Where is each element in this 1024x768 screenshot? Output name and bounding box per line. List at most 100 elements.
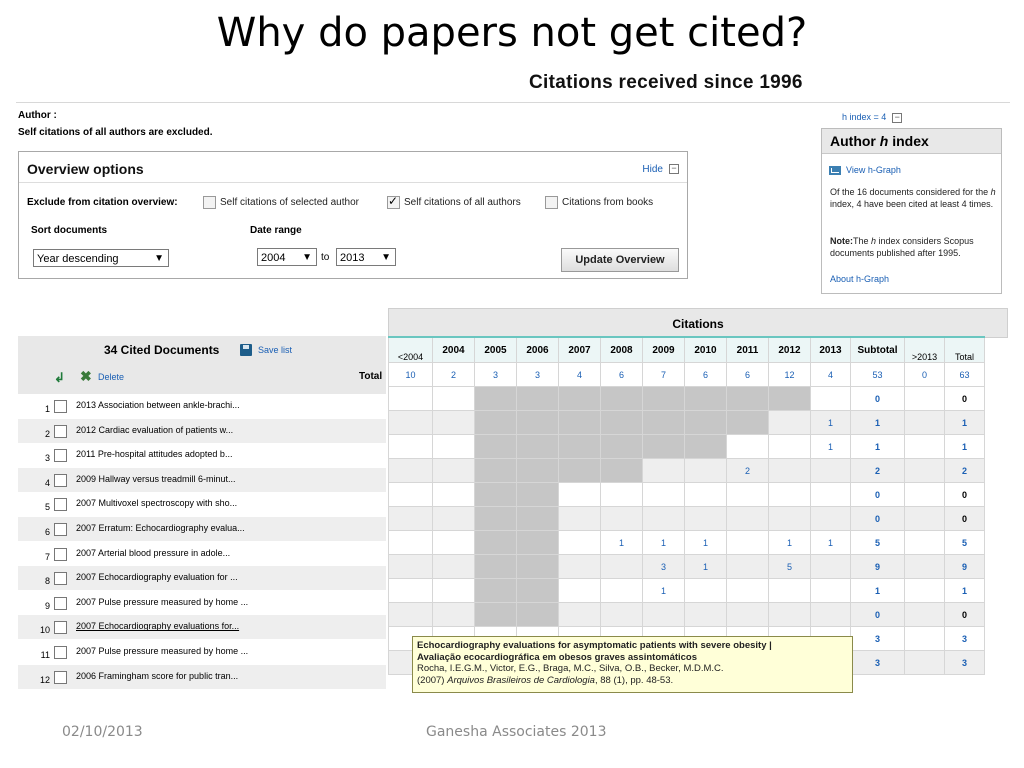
- row-number: 8: [44, 576, 50, 587]
- table-row: 12 2006 Framingham score for public tran.…: [18, 664, 386, 689]
- save-list-link[interactable]: Save list: [258, 345, 292, 355]
- desc-part: Of the 16 documents considered for the: [830, 187, 991, 197]
- delete-icon[interactable]: ✖: [80, 368, 92, 385]
- view-hgraph-label[interactable]: View h-Graph: [846, 165, 901, 175]
- citation-cell: [432, 578, 475, 603]
- delete-link[interactable]: Delete: [98, 372, 124, 382]
- checkbox-books[interactable]: [545, 196, 558, 209]
- row-checkbox[interactable]: [54, 498, 67, 512]
- table-row: 1 2013 Association between ankle-brachi..…: [18, 394, 386, 418]
- row-checkbox[interactable]: [54, 449, 67, 463]
- option-books[interactable]: Citations from books: [545, 196, 653, 209]
- author-label: Author :: [18, 110, 57, 121]
- document-title-link[interactable]: 2007 Echocardiography evaluation for ...: [76, 572, 238, 582]
- sort-arrow-icon[interactable]: ↲: [54, 370, 65, 386]
- view-hgraph-link[interactable]: View h-Graph: [829, 165, 901, 176]
- citation-cell: [388, 458, 433, 483]
- about-hgraph-link[interactable]: About h-Graph: [830, 274, 889, 284]
- option-self-all[interactable]: Self citations of all authors: [387, 194, 521, 209]
- citation-cell: 2: [850, 458, 905, 483]
- checkbox-self-selected[interactable]: [203, 196, 216, 209]
- option-self-selected[interactable]: Self citations of selected author: [203, 196, 359, 209]
- document-title-link[interactable]: 2009 Hallway versus treadmill 6-minut...: [76, 474, 236, 484]
- row-checkbox[interactable]: [54, 670, 67, 684]
- citation-cell: 1: [768, 530, 811, 555]
- totals-row: 10 2 3 3 4 6 7 6 6 12 4 53 0 63: [388, 362, 985, 387]
- citation-cell: [516, 482, 559, 507]
- citation-cell: 5: [944, 530, 985, 555]
- row-checkbox[interactable]: [54, 523, 67, 536]
- citation-row: 00: [388, 386, 985, 411]
- date-to-select[interactable]: 2013 ▼: [336, 248, 396, 266]
- document-title-link[interactable]: 2007 Pulse pressure measured by home ...: [76, 646, 248, 656]
- citation-cell: [642, 602, 685, 627]
- document-title-link[interactable]: 2007 Arterial blood pressure in adole...: [76, 548, 230, 558]
- document-title-link[interactable]: 2007 Multivoxel spectroscopy with sho...: [76, 498, 237, 508]
- citation-cell: [388, 434, 433, 459]
- total-cell: 4: [810, 362, 851, 387]
- row-checkbox[interactable]: [54, 621, 67, 635]
- collapse-icon[interactable]: −: [669, 164, 679, 175]
- citation-cell: 2: [726, 458, 769, 483]
- citation-cell: [810, 458, 851, 483]
- total-cell: 4: [558, 362, 601, 387]
- self-citations-note: Self citations of all authors are exclud…: [18, 127, 213, 138]
- citation-cell: [726, 410, 769, 435]
- year-header: Total: [944, 336, 985, 363]
- document-title-link[interactable]: 2011 Pre-hospital attitudes adopted b...: [76, 449, 232, 459]
- citation-cell: 1: [810, 410, 851, 435]
- citation-cell: [558, 530, 601, 555]
- citation-cell: 1: [684, 554, 727, 579]
- table-row: 4 2009 Hallway versus treadmill 6-minut..…: [18, 467, 386, 492]
- row-checkbox[interactable]: [54, 400, 67, 413]
- checkbox-self-all[interactable]: [387, 194, 400, 209]
- date-from-select[interactable]: 2004 ▼: [257, 248, 317, 266]
- citation-cell: [904, 386, 945, 411]
- hide-label[interactable]: Hide: [642, 164, 663, 175]
- document-title-link[interactable]: 2007 Echocardiography evaluations for...: [76, 621, 239, 631]
- row-checkbox[interactable]: [54, 547, 67, 561]
- citation-cell: [684, 506, 727, 531]
- citation-cell: [684, 386, 727, 411]
- table-row: 11 2007 Pulse pressure measured by home .…: [18, 640, 386, 664]
- citation-cell: [516, 458, 559, 483]
- citation-cell: [600, 554, 643, 579]
- citation-cell: [388, 506, 433, 531]
- citation-cell: [516, 434, 559, 459]
- year-header: 2006: [516, 336, 559, 363]
- citation-cell: 1: [850, 434, 905, 459]
- row-number: 7: [44, 551, 50, 562]
- note-part: The: [853, 236, 872, 246]
- row-checkbox[interactable]: [54, 646, 67, 659]
- citation-cell: 3: [944, 626, 985, 651]
- table-row: 8 2007 Echocardiography evaluation for ..…: [18, 566, 386, 591]
- total-label: Total: [359, 371, 383, 382]
- sort-select[interactable]: Year descending ▼: [33, 249, 169, 267]
- save-icon[interactable]: [240, 344, 252, 356]
- citation-cell: [768, 410, 811, 435]
- hindex-title: Author h index: [822, 129, 1001, 154]
- total-cell: 53: [850, 362, 905, 387]
- citation-cell: [558, 578, 601, 603]
- hindex-toggle[interactable]: h index = 4−: [842, 112, 903, 123]
- update-overview-button[interactable]: Update Overview: [561, 248, 679, 272]
- citation-cell: [388, 482, 433, 507]
- row-checkbox[interactable]: [54, 596, 67, 610]
- tooltip-title: Echocardiography evaluations for asympto…: [417, 640, 772, 651]
- citation-cell: [432, 482, 475, 507]
- row-checkbox[interactable]: [54, 572, 67, 586]
- citation-cell: [388, 530, 433, 555]
- collapse-icon[interactable]: −: [892, 112, 903, 123]
- footer-org: Ganesha Associates 2013: [426, 724, 607, 740]
- document-title-link[interactable]: 2012 Cardiac evaluation of patients w...: [76, 425, 233, 435]
- hide-link[interactable]: Hide −: [642, 164, 679, 175]
- title-part: index: [888, 133, 929, 149]
- document-title-link[interactable]: 2006 Framingham score for public tran...: [76, 671, 238, 681]
- document-title-link[interactable]: 2007 Erratum: Echocardiography evalua...: [76, 523, 245, 533]
- citation-cell: 0: [850, 506, 905, 531]
- document-title-link[interactable]: 2013 Association between ankle-brachi...: [76, 400, 240, 410]
- table-row: 5 2007 Multivoxel spectroscopy with sho..…: [18, 492, 386, 516]
- row-checkbox[interactable]: [54, 473, 67, 487]
- row-checkbox[interactable]: [54, 424, 67, 438]
- document-title-link[interactable]: 2007 Pulse pressure measured by home ...: [76, 597, 248, 607]
